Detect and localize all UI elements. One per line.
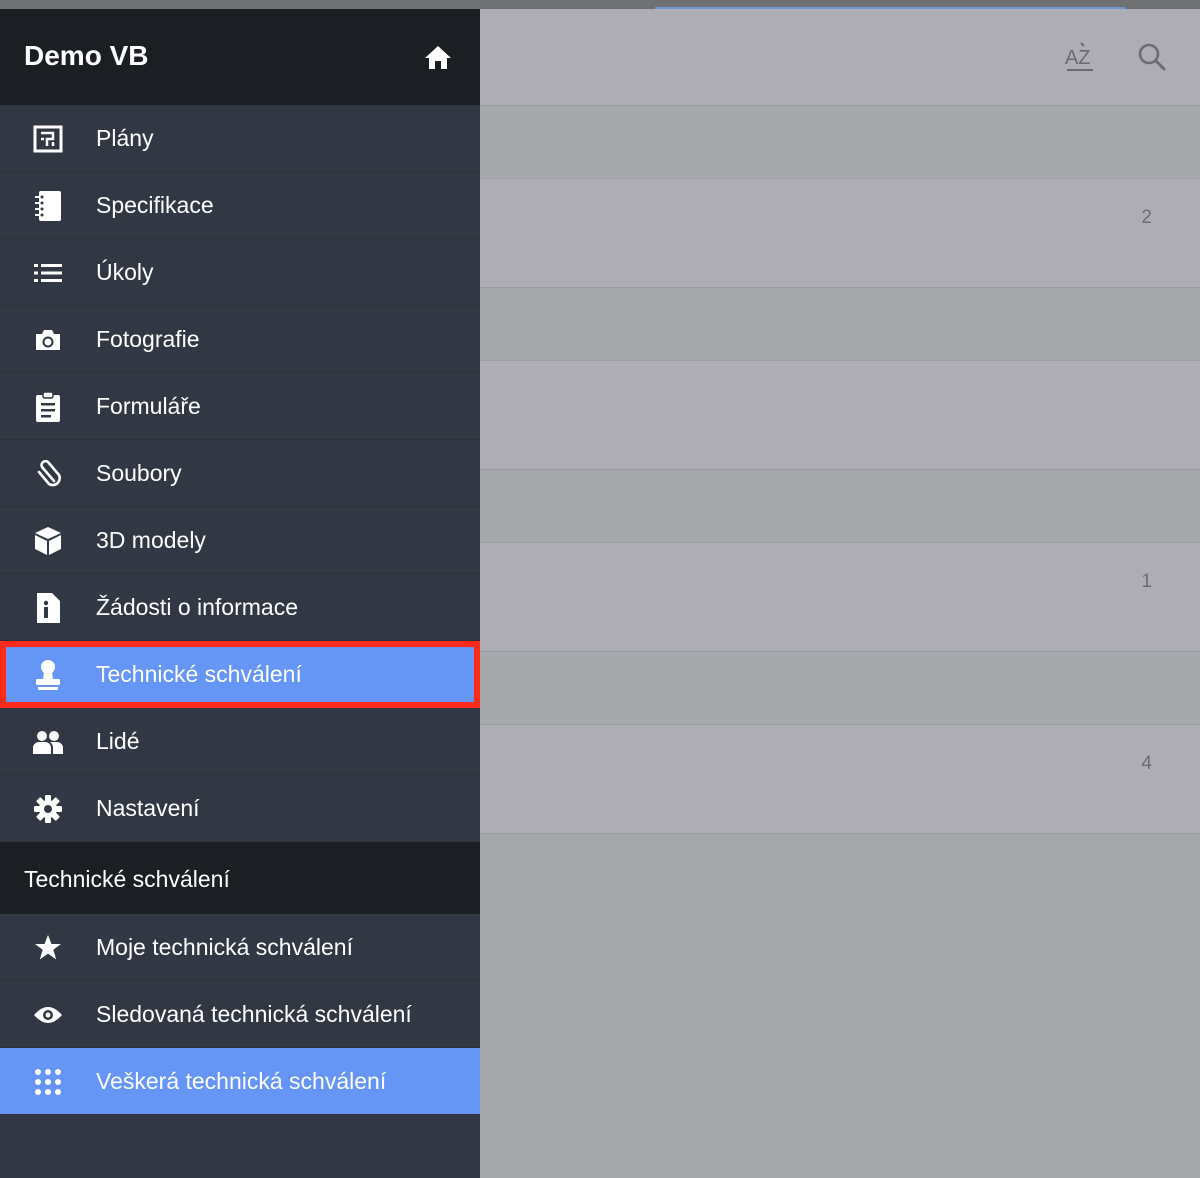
sort-az-icon: AZ: [1065, 42, 1093, 71]
list-item[interactable]: 4: [480, 725, 1200, 834]
eye-icon: [30, 1000, 66, 1030]
camera-icon: [30, 325, 66, 355]
star-icon: [30, 933, 66, 963]
notebook-icon: [30, 191, 66, 221]
svg-text:AZ: AZ: [1065, 47, 1091, 69]
item-count: 4: [1141, 753, 1152, 774]
content-toolbar: AZ: [480, 9, 1200, 106]
sidebar-item-label: Formuláře: [96, 393, 201, 419]
list-item[interactable]: [480, 361, 1200, 470]
cube-icon: [30, 526, 66, 556]
item-count: 1: [1141, 571, 1152, 592]
list-group-header: [480, 288, 1200, 361]
navigation-drawer: Demo VB Plány Specifikace Úkoly Fotograf…: [0, 9, 480, 1178]
sidebar-item-ukoly[interactable]: Úkoly: [0, 239, 480, 306]
drawer-header: Demo VB: [0, 9, 480, 105]
sidebar-item-plany[interactable]: Plány: [0, 105, 480, 172]
sidebar-item-label: Lidé: [96, 728, 140, 754]
sidebar-item-soubory[interactable]: Soubory: [0, 440, 480, 507]
list-group-header: [480, 652, 1200, 725]
item-count: 2: [1141, 207, 1152, 228]
list-icon: [30, 258, 66, 288]
stamp-icon: [30, 660, 66, 690]
sidebar-item-veskera-technicka-schvaleni[interactable]: Veškerá technická schválení: [0, 1048, 480, 1115]
grid-dots-icon: [30, 1067, 66, 1097]
sidebar-item-label: Fotografie: [96, 326, 200, 352]
floorplan-icon: [30, 124, 66, 154]
sidebar-item-specifikace[interactable]: Specifikace: [0, 172, 480, 239]
info-document-icon: [30, 593, 66, 623]
search-icon: [1138, 43, 1166, 71]
sidebar-item-label: Sledovaná technická schválení: [96, 1001, 412, 1027]
sidebar-item-3d-modely[interactable]: 3D modely: [0, 507, 480, 574]
sidebar-item-label: Veškerá technická schválení: [96, 1068, 387, 1094]
content-pane: AZ 2 1 4: [480, 9, 1200, 1178]
sidebar-item-label: Moje technická schválení: [96, 934, 353, 960]
sidebar-item-moje-technicka-schvaleni[interactable]: Moje technická schválení: [0, 914, 480, 981]
sidebar-item-label: Úkoly: [96, 259, 154, 285]
sort-button[interactable]: AZ: [1056, 33, 1104, 81]
section-title: Technické schválení: [24, 866, 230, 892]
sidebar-item-zadosti-o-informace[interactable]: Žádosti o informace: [0, 574, 480, 641]
sidebar-item-label: Plány: [96, 125, 154, 151]
list-item[interactable]: 2: [480, 179, 1200, 288]
sidebar-item-label: Soubory: [96, 460, 182, 486]
sidebar-item-formulare[interactable]: Formuláře: [0, 373, 480, 440]
sidebar-item-label: 3D modely: [96, 527, 206, 553]
sidebar-item-label: Technické schválení: [96, 661, 302, 687]
list-item[interactable]: 1: [480, 543, 1200, 652]
main-menu: Plány Specifikace Úkoly Fotografie Formu…: [0, 105, 480, 842]
top-strip: [0, 0, 1200, 9]
sidebar-item-label: Nastavení: [96, 795, 200, 821]
section-menu: Moje technická schválení Sledovaná techn…: [0, 914, 480, 1115]
people-icon: [30, 727, 66, 757]
app-title: Demo VB: [24, 40, 149, 71]
sidebar-item-nastaveni[interactable]: Nastavení: [0, 775, 480, 842]
sidebar-item-lide[interactable]: Lidé: [0, 708, 480, 775]
clipboard-icon: [30, 391, 66, 422]
gear-icon: [30, 794, 66, 824]
list-group-header: [480, 106, 1200, 179]
list-group-header: [480, 470, 1200, 543]
sidebar-item-label: Žádosti o informace: [96, 594, 298, 620]
sidebar-item-sledovana-technicka-schvaleni[interactable]: Sledovaná technická schválení: [0, 981, 480, 1048]
home-button[interactable]: [414, 33, 462, 81]
section-header: Technické schválení: [0, 842, 480, 914]
sidebar-item-technicke-schvaleni[interactable]: Technické schválení: [0, 641, 480, 708]
search-button[interactable]: [1128, 33, 1176, 81]
sidebar-item-fotografie[interactable]: Fotografie: [0, 306, 480, 373]
home-icon: [425, 46, 451, 69]
paperclip-icon: [30, 459, 66, 489]
sidebar-item-label: Specifikace: [96, 192, 214, 218]
